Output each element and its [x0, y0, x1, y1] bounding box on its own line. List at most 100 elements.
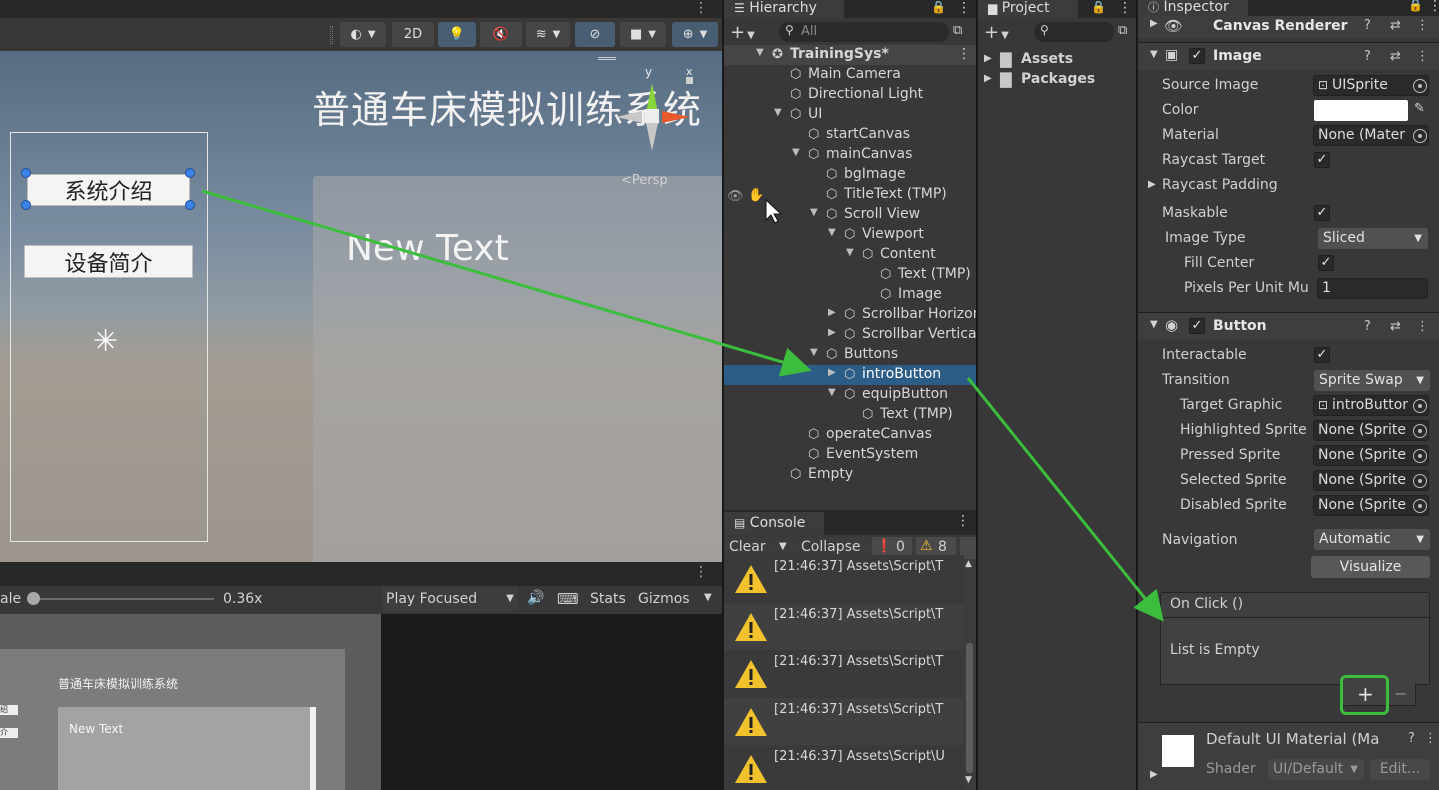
object-picker-icon[interactable] [1413, 424, 1427, 438]
speaker-icon[interactable]: 🔊 [527, 590, 544, 606]
help-icon[interactable]: ? [1364, 319, 1371, 334]
expand-arrow-icon[interactable]: ▶ [828, 367, 836, 378]
light-gizmo-icon[interactable]: ✳ [93, 324, 118, 359]
object-picker-icon[interactable] [1413, 79, 1427, 93]
lighting-toggle-button[interactable]: 💡 [438, 22, 476, 47]
gizmos-dropdown[interactable]: ⊕ ▼ [672, 22, 718, 47]
project-panel[interactable]: ▆ Project 🔒 ⋮ + ▼ ⚲ ⧉ ▶ ▇ Assets ▶ ▇ Pack… [978, 0, 1136, 790]
console-scroll-thumb[interactable] [966, 643, 973, 773]
orientation-gizmo-icon[interactable] [612, 73, 698, 155]
tab-project[interactable]: ▆ Project [978, 0, 1078, 18]
expand-arrow-icon[interactable]: ▶ [828, 307, 836, 318]
hierarchy-row[interactable]: ▶ ⬡ Scrollbar Horizontal [724, 305, 976, 325]
shader-edit-button[interactable]: Edit... [1370, 759, 1430, 780]
audio-toggle-button[interactable]: 🔇 [480, 22, 522, 47]
hierarchy-row[interactable]: ⬡ Text (TMP) [724, 265, 976, 285]
collapse-arrow-icon[interactable]: ▼ [828, 227, 836, 238]
source-image-field[interactable]: ⊡ UISprite [1313, 75, 1429, 96]
more-menu-icon[interactable]: ⋮ [957, 0, 971, 16]
keyboard-icon[interactable]: ⌨ [557, 590, 579, 608]
resize-handle[interactable] [185, 200, 195, 210]
color-swatch[interactable] [1314, 100, 1408, 121]
more-menu-icon[interactable]: ⋮ [694, 0, 708, 16]
help-icon[interactable]: ? [1408, 731, 1415, 746]
hidden-objects-toggle[interactable]: ⊘ [575, 22, 615, 47]
canvas-renderer-header[interactable]: ▶ 👁 Canvas Renderer ? ⇄ ⋮ [1138, 16, 1439, 38]
collapse-arrow-icon[interactable]: ▼ [792, 147, 800, 158]
gizmo-grip-icon[interactable] [598, 57, 616, 60]
collapse-arrow-icon[interactable]: ▼ [846, 247, 854, 258]
raycast-target-checkbox[interactable]: ✓ [1314, 152, 1330, 168]
expand-arrow-icon[interactable]: ▶ [1148, 179, 1156, 190]
raycast-padding-label[interactable]: Raycast Padding [1162, 177, 1278, 193]
remove-listener-minus-icon[interactable]: − [1394, 684, 1407, 703]
gizmos-button[interactable]: Gizmos [638, 591, 690, 607]
hierarchy-row[interactable]: ⬡ startCanvas [724, 125, 976, 145]
highlighted-sprite-field[interactable]: None (Sprite [1313, 420, 1429, 441]
more-menu-icon[interactable]: ⋮ [1118, 0, 1132, 16]
create-dropdown[interactable]: + ▼ [730, 22, 774, 43]
scale-slider-thumb[interactable] [27, 592, 40, 605]
chevron-down-icon[interactable]: ▼ [704, 592, 712, 603]
folder-row-packages[interactable]: ▶ ▇ Packages [978, 70, 1136, 90]
play-mode-dropdown[interactable]: Play Focused ▼ [382, 587, 518, 611]
scale-slider-track[interactable] [32, 598, 214, 600]
preset-icon[interactable]: ⇄ [1390, 18, 1401, 33]
search-options-icon[interactable]: ⧉ [953, 23, 962, 38]
scene-viewport[interactable]: 普通车床模拟训练系统 New Text 系统介绍 设备简介 ✳ y x <Per… [0, 51, 722, 562]
collapse-arrow-icon[interactable]: ▼ [1150, 319, 1158, 330]
hierarchy-row[interactable]: ▼ ⬡ Scroll View [724, 205, 976, 225]
hierarchy-row[interactable]: ▼ ⬡ UI [724, 105, 976, 125]
game-view-panel[interactable]: ⋮ ale 0.36x Play Focused ▼ 🔊 ⌨ Stats Giz… [0, 562, 722, 790]
collapse-arrow-icon[interactable]: ▼ [756, 47, 764, 58]
eyedropper-icon[interactable]: ✎ [1414, 101, 1425, 116]
object-picker-icon[interactable] [1413, 449, 1427, 463]
pickable-hand-icon[interactable]: ✋ [748, 188, 764, 203]
hierarchy-row[interactable]: ⬡ operateCanvas [724, 425, 976, 445]
inspector-panel[interactable]: ⓘ Inspector 🔒 ⋮ ▶ 👁 Canvas Renderer ? ⇄ … [1138, 0, 1439, 790]
collapse-arrow-icon[interactable]: ▼ [810, 347, 818, 358]
preset-icon[interactable]: ⇄ [1390, 319, 1401, 334]
console-log-entry[interactable]: [21:46:37] Assets\Script\T [724, 555, 964, 602]
project-search-input[interactable]: ⚲ [1034, 22, 1114, 42]
hierarchy-row[interactable]: ▼ ⬡ equipButton [724, 385, 976, 405]
search-options-icon[interactable]: ⧉ [1118, 23, 1127, 38]
selected-sprite-field[interactable]: None (Sprite [1313, 470, 1429, 491]
console-panel[interactable]: ▤ Console ⋮ Clear ▼ Collapse ❗ 0 ⚠ 8 [21… [724, 510, 976, 790]
material-field[interactable]: None (Mater [1313, 125, 1429, 146]
camera-dropdown[interactable]: ■ ▼ [620, 22, 666, 47]
object-picker-icon[interactable] [1413, 474, 1427, 488]
shading-mode-dropdown[interactable]: ◐ ▼ [340, 22, 386, 47]
hierarchy-row[interactable]: ▼ ⬡ Viewport [724, 225, 976, 245]
2d-toggle-button[interactable]: 2D [392, 22, 434, 47]
hierarchy-row[interactable]: ▶ ⬡ Scrollbar Vertical [724, 325, 976, 345]
more-menu-icon[interactable]: ⋮ [1428, 0, 1439, 14]
collapse-arrow-icon[interactable]: ▼ [1150, 49, 1158, 60]
hierarchy-row[interactable]: ⬡ Image [724, 285, 976, 305]
button-component-header[interactable]: ▼ ◉ ✓ Button ? ⇄ ⋮ [1138, 312, 1439, 340]
resize-handle[interactable] [21, 200, 31, 210]
intro-button-scene[interactable]: 系统介绍 [27, 174, 190, 206]
new-text-label[interactable]: New Text [346, 228, 509, 269]
chevron-down-icon[interactable]: ▼ [779, 541, 787, 552]
object-picker-icon[interactable] [1413, 129, 1427, 143]
persp-label[interactable]: <Persp [621, 173, 668, 188]
collapse-arrow-icon[interactable]: ▼ [774, 107, 782, 118]
hierarchy-row[interactable]: ⬡ Main Camera [724, 65, 976, 85]
visibility-eye-icon[interactable]: 👁 [727, 189, 744, 204]
console-log-entry[interactable]: [21:46:37] Assets\Script\U [724, 745, 964, 790]
expand-arrow-icon[interactable]: ▶ [984, 53, 992, 64]
object-picker-icon[interactable] [1413, 399, 1427, 413]
more-menu-icon[interactable]: ⋮ [1416, 49, 1429, 64]
hierarchy-panel[interactable]: ☰ Hierarchy 🔒 ⋮ + ▼ ⚲ All ⧉ ⋮ ▼ ✪ TrainingS… [724, 0, 976, 510]
add-listener-plus-icon[interactable]: + [1357, 682, 1374, 706]
navigation-dropdown[interactable]: Automatic [1314, 529, 1430, 550]
hierarchy-row[interactable]: ⬡ Directional Light [724, 85, 976, 105]
effects-dropdown[interactable]: ≋ ▼ [526, 22, 570, 47]
visualize-button[interactable]: Visualize [1311, 556, 1430, 578]
shader-dropdown[interactable]: UI/Default [1268, 759, 1364, 780]
ppu-field[interactable]: 1 [1317, 278, 1428, 299]
hierarchy-row[interactable]: ⬡ EventSystem [724, 445, 976, 465]
more-menu-icon[interactable]: ⋮ [956, 513, 970, 529]
resize-handle[interactable] [21, 168, 31, 178]
